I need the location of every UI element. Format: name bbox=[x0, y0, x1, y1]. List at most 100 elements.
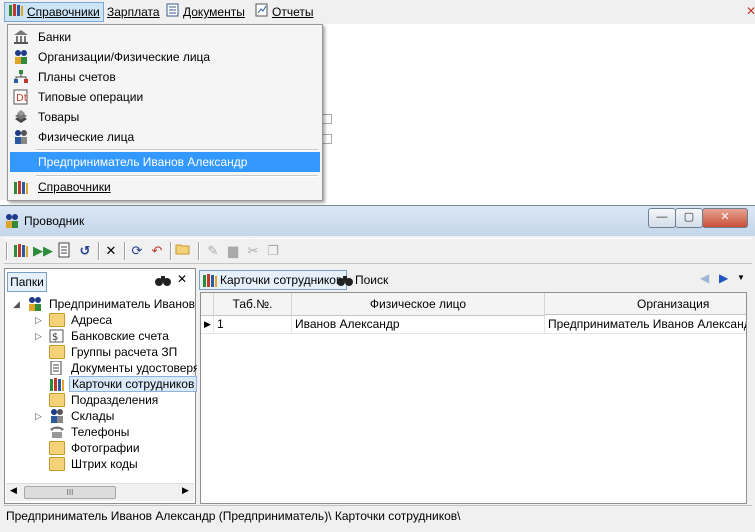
menuitem-organizations[interactable]: Организации/Физические лица bbox=[10, 47, 320, 67]
tree-node-label: Документы удостоверя bbox=[71, 361, 200, 375]
scroll-left-icon[interactable]: ◀ bbox=[10, 485, 17, 496]
tab-papki[interactable]: Папки bbox=[7, 272, 47, 292]
main-menubar: Справочники Зарплата Документы Отчеты ✕ bbox=[0, 0, 755, 25]
menuitem-chart-of-accounts[interactable]: Планы счетов bbox=[10, 67, 320, 87]
window-title: Проводник bbox=[24, 214, 85, 228]
status-path: Предприниматель Иванов Александр (Предпр… bbox=[6, 509, 461, 523]
undo-icon[interactable]: ↶ bbox=[148, 242, 166, 260]
expand-arrow-icon[interactable]: ▷ bbox=[35, 312, 42, 328]
menuitem-goods[interactable]: Товары bbox=[10, 107, 320, 127]
tab-search[interactable]: Поиск bbox=[337, 271, 388, 289]
close-pane-icon[interactable]: ✕ bbox=[177, 272, 187, 286]
svg-text:$: $ bbox=[52, 332, 58, 343]
close-button[interactable]: ✕ bbox=[702, 208, 748, 228]
menuitem-label: Товары bbox=[38, 110, 80, 124]
menu-zarplata-label: Зарплата bbox=[107, 5, 160, 19]
forward-icon[interactable]: ▶▶ bbox=[33, 242, 53, 260]
menuitem-label: Банки bbox=[38, 30, 72, 44]
tab-menu-icon[interactable]: ▼ bbox=[737, 273, 745, 282]
column-header-organization[interactable]: Организация bbox=[545, 293, 746, 315]
menuitem-banki[interactable]: Банки bbox=[10, 27, 320, 47]
folders-pane: Папки ✕ ◢ Предприниматель Иванов А ▷ Адр… bbox=[4, 268, 206, 504]
expand-arrow-icon[interactable]: ▷ bbox=[35, 328, 42, 344]
people-icon bbox=[4, 213, 20, 232]
column-header-tab-no[interactable]: Таб.№. bbox=[214, 293, 292, 316]
folder-icon bbox=[49, 345, 65, 359]
cut-icon[interactable]: ✂ bbox=[244, 242, 262, 260]
menu-otchety-label: Отчеты bbox=[272, 5, 314, 19]
eraser-icon[interactable]: ✎ bbox=[204, 242, 222, 260]
binoculars-icon[interactable] bbox=[155, 273, 171, 290]
menuitem-label: Предприниматель Иванов Александр bbox=[38, 155, 248, 169]
maximize-button[interactable]: ▢ bbox=[675, 208, 703, 228]
minimize-button[interactable]: — bbox=[648, 208, 676, 228]
menu-otchety[interactable]: Отчеты bbox=[252, 3, 316, 21]
delete-icon[interactable]: ✕ bbox=[102, 242, 120, 260]
menu-spravochniki-label: Справочники bbox=[27, 5, 100, 19]
sync-icon[interactable]: ⟳ bbox=[128, 242, 146, 260]
document-icon bbox=[166, 3, 180, 22]
menu-dokumenty[interactable]: Документы bbox=[163, 3, 248, 21]
menu-separator bbox=[36, 149, 318, 151]
tree-node-label: Фотографии bbox=[71, 441, 140, 455]
books-icon bbox=[202, 272, 218, 293]
horizontal-scrollbar[interactable]: ◀ III ▶ bbox=[6, 483, 194, 501]
refresh-icon[interactable]: ↺ bbox=[76, 242, 94, 260]
stamp-icon[interactable]: ▆ bbox=[224, 242, 242, 260]
tab-employee-cards-label: Карточки сотрудников bbox=[220, 273, 343, 287]
menuitem-spravochniki[interactable]: Справочники bbox=[10, 177, 320, 197]
toolbar-separator bbox=[124, 242, 126, 260]
properties-icon[interactable] bbox=[55, 242, 73, 260]
tree-node-label: Адреса bbox=[71, 313, 113, 327]
tree-node-root[interactable]: ◢ Предприниматель Иванов А bbox=[13, 296, 206, 312]
menuitem-ivanov[interactable]: Предприниматель Иванов Александр bbox=[10, 152, 320, 172]
warehouse-icon bbox=[49, 409, 65, 423]
scroll-right-icon[interactable]: ▶ bbox=[182, 485, 189, 496]
folder-icon bbox=[49, 393, 65, 407]
window-titlebar[interactable]: Проводник — ▢ ✕ bbox=[0, 206, 755, 236]
close-icon[interactable]: ✕ bbox=[746, 4, 755, 20]
menuitem-label: Планы счетов bbox=[38, 70, 116, 84]
bank-account-icon: $ bbox=[49, 329, 65, 343]
tab-employee-cards[interactable]: Карточки сотрудников bbox=[199, 270, 348, 293]
toolbar-separator bbox=[170, 242, 172, 260]
employee-cards-grid: Таб.№. Физическое лицо Организация ▶ 1 И… bbox=[200, 292, 747, 504]
menuitem-label: Справочники bbox=[38, 180, 111, 194]
operations-icon: Dt bbox=[13, 89, 29, 105]
cell-organization[interactable]: Предприниматель Иванов Александр bbox=[545, 316, 746, 334]
menuitem-individuals[interactable]: Физические лица bbox=[10, 127, 320, 147]
content-pane: Карточки сотрудников Поиск ◀ ▶ ▼ Таб.№. … bbox=[197, 268, 751, 504]
tree-node-label: Предприниматель Иванов А bbox=[49, 297, 207, 311]
tab-scroll-left-icon[interactable]: ◀ bbox=[700, 271, 709, 285]
expand-arrow-icon[interactable]: ▷ bbox=[35, 408, 42, 424]
menuitem-label: Физические лица bbox=[38, 130, 135, 144]
bank-icon bbox=[13, 29, 29, 45]
background-control bbox=[322, 134, 332, 144]
cell-tab-no[interactable]: 1 bbox=[214, 316, 292, 334]
open-folder-icon[interactable] bbox=[174, 242, 192, 260]
tree-node-label: Склады bbox=[71, 409, 115, 423]
menu-zarplata[interactable]: Зарплата bbox=[104, 3, 163, 21]
folder-icon bbox=[49, 441, 65, 455]
column-header-person[interactable]: Физическое лицо bbox=[292, 293, 545, 316]
folder-icon bbox=[49, 313, 65, 327]
copy-icon[interactable]: ❐ bbox=[264, 242, 282, 260]
menuitem-operations[interactable]: Dt Типовые операции bbox=[10, 87, 320, 107]
tree-node-label: Подразделения bbox=[71, 393, 159, 407]
tree-node-label: Штрих коды bbox=[71, 457, 138, 471]
books-icon bbox=[8, 3, 24, 22]
books-icon[interactable] bbox=[12, 242, 30, 260]
binoculars-icon bbox=[337, 273, 353, 292]
svg-text:Dt: Dt bbox=[16, 93, 28, 104]
menu-dokumenty-label: Документы bbox=[183, 5, 245, 19]
background-control bbox=[322, 114, 332, 124]
scrollbar-thumb[interactable]: III bbox=[24, 486, 116, 499]
report-icon bbox=[255, 3, 269, 22]
tab-scroll-right-icon[interactable]: ▶ bbox=[719, 271, 728, 285]
menu-spravochniki[interactable]: Справочники bbox=[4, 2, 104, 22]
people-icon bbox=[13, 49, 29, 65]
books-icon bbox=[49, 377, 65, 391]
collapse-arrow-icon[interactable]: ◢ bbox=[13, 296, 20, 312]
tree-node-label: Банковские счета bbox=[71, 329, 169, 343]
cell-person[interactable]: Иванов Александр bbox=[292, 316, 545, 334]
